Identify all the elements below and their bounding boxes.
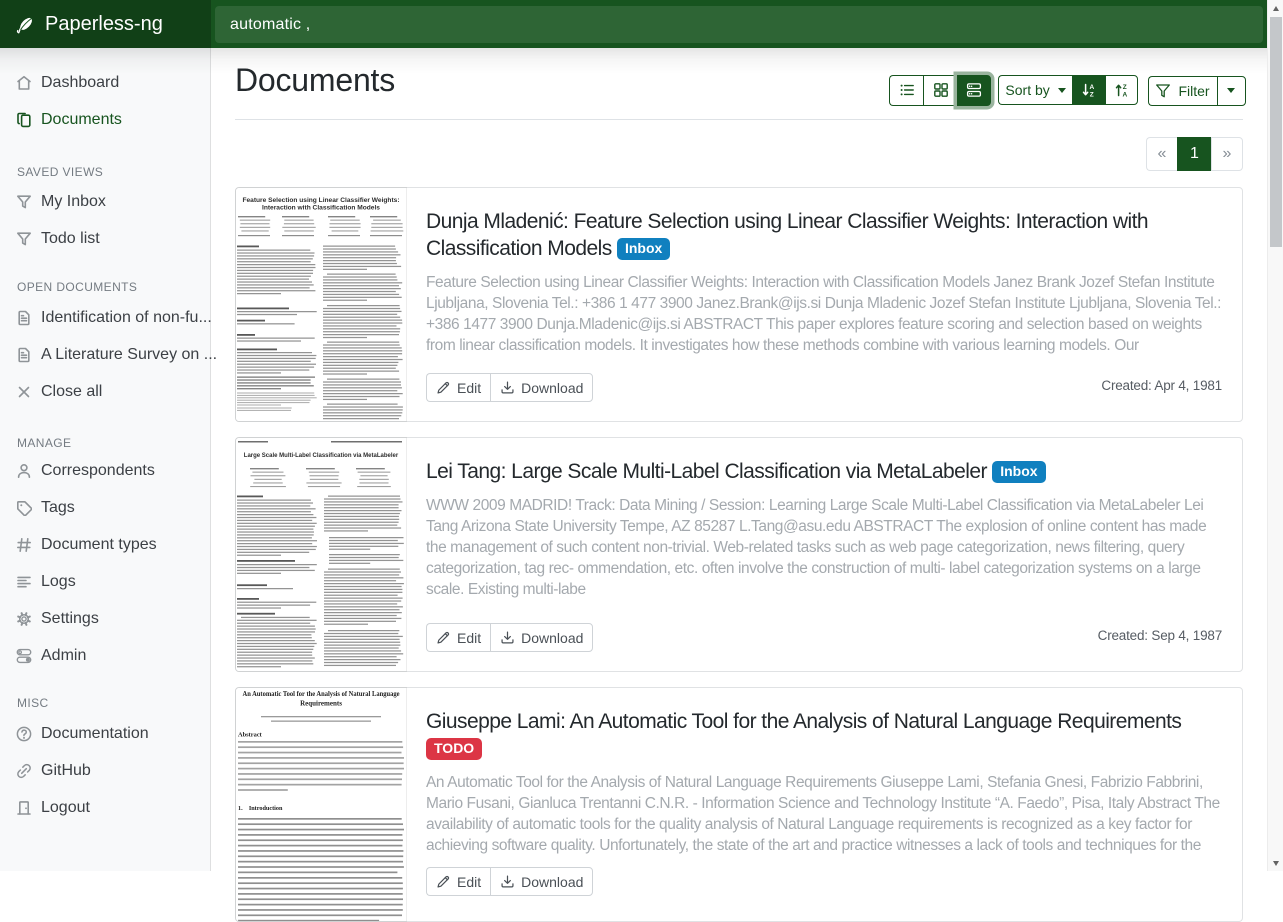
svg-text:Interaction with Classificatio: Interaction with Classification Models <box>262 205 380 212</box>
svg-text:A: A <box>1122 91 1127 98</box>
svg-text:Large Scale Multi-Label Classi: Large Scale Multi-Label Classification v… <box>244 453 399 459</box>
svg-text:Abstract: Abstract <box>238 732 263 739</box>
svg-text:Requirements: Requirements <box>300 700 342 708</box>
svg-text:Feature Selection using Linear: Feature Selection using Linear Classifie… <box>242 197 399 204</box>
svg-text:Z: Z <box>1090 91 1094 98</box>
svg-text:An Automatic Tool for the Anal: An Automatic Tool for the Analysis of Na… <box>243 690 400 698</box>
svg-text:1. Introduction: 1. Introduction <box>238 805 283 812</box>
svg-text:Z: Z <box>1122 84 1126 91</box>
svg-text:A: A <box>1089 84 1094 91</box>
